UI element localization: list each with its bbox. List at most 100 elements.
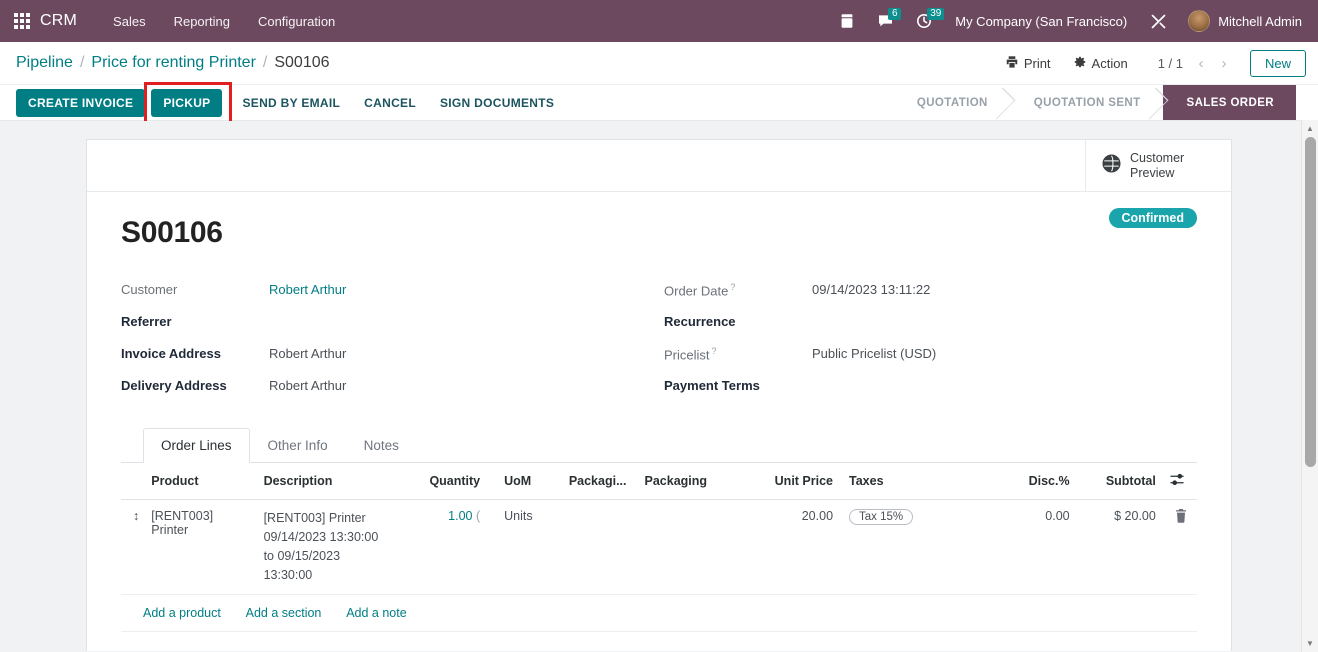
wrench-screwdriver-icon[interactable]	[1139, 9, 1178, 34]
cell-subtotal: $ 20.00	[1075, 499, 1162, 595]
field-pricelist-label: Pricelist?	[664, 342, 812, 362]
customer-preview-button[interactable]: Customer Preview	[1085, 140, 1231, 191]
breadcrumb: Pipeline / Price for renting Printer / S…	[16, 54, 330, 72]
apps-grid-icon[interactable]	[14, 13, 30, 29]
print-button[interactable]: Print	[994, 50, 1062, 77]
field-delivery-address: Delivery Address Robert Arthur	[121, 372, 654, 404]
cell-uom[interactable]: Units	[486, 499, 547, 595]
pager: 1 / 1 ‹ ›	[1153, 52, 1234, 74]
order-lines-header-row: Product Description Quantity UoM Packagi…	[121, 463, 1197, 500]
pickup-button-highlight: PICKUP	[144, 81, 233, 124]
col-description[interactable]: Description	[257, 463, 398, 500]
pickup-button[interactable]: PICKUP	[151, 88, 223, 117]
chevron-right-icon[interactable]: ›	[1214, 52, 1234, 74]
help-icon-order-date[interactable]: ?	[730, 282, 735, 292]
notebook-tabs: Order Lines Other Info Notes	[121, 428, 1197, 463]
sliders-icon[interactable]	[1170, 473, 1185, 489]
stage-quotation-sent[interactable]: QUOTATION SENT	[1009, 85, 1163, 120]
field-order-date-label-text: Order Date	[664, 283, 729, 299]
stage-sales-order[interactable]: SALES ORDER	[1162, 85, 1296, 120]
customer-preview-line2: Preview	[1130, 165, 1175, 180]
control-panel-top-row: Pipeline / Price for renting Printer / S…	[0, 42, 1318, 84]
field-delivery-address-value[interactable]: Robert Arthur	[269, 374, 346, 393]
cell-discount[interactable]: 0.00	[989, 499, 1076, 595]
col-quantity[interactable]: Quantity	[397, 463, 487, 500]
triangle-up-icon[interactable]: ▲	[1302, 120, 1318, 137]
cell-quantity[interactable]: 1.00 (	[397, 499, 487, 595]
print-label: Print	[1023, 55, 1051, 71]
cell-packaging-qty[interactable]	[546, 499, 633, 595]
sign-documents-button[interactable]: SIGN DOCUMENTS	[428, 89, 566, 117]
tab-notes[interactable]: Notes	[346, 428, 417, 463]
stage-quotation[interactable]: QUOTATION	[892, 85, 1010, 120]
field-customer: Customer Robert Arthur	[121, 276, 654, 308]
chevron-left-icon[interactable]: ‹	[1191, 52, 1211, 74]
col-taxes[interactable]: Taxes	[839, 463, 990, 500]
field-recurrence-label: Recurrence	[664, 310, 812, 329]
navbar-right: 6 39 My Company (San Francisco) Mitchell…	[828, 6, 1304, 36]
cell-product[interactable]: [RENT003] Printer	[145, 499, 258, 595]
field-recurrence-label-text: Recurrence	[664, 314, 736, 329]
phone-icon[interactable]	[828, 9, 866, 33]
add-a-note-link[interactable]: Add a note	[346, 606, 406, 620]
field-pricelist-value[interactable]: Public Pricelist (USD)	[812, 342, 936, 361]
create-invoice-button[interactable]: CREATE INVOICE	[16, 88, 146, 117]
tab-other-info[interactable]: Other Info	[250, 428, 346, 463]
triangle-down-icon[interactable]: ▼	[1302, 635, 1318, 652]
app-brand-crm[interactable]: CRM	[40, 12, 77, 30]
col-product[interactable]: Product	[145, 463, 258, 500]
field-referrer-label: Referrer	[121, 310, 269, 329]
breadcrumb-pipeline[interactable]: Pipeline	[16, 54, 73, 72]
user-avatar	[1188, 10, 1211, 32]
breadcrumb-parent-record[interactable]: Price for renting Printer	[91, 54, 256, 72]
tab-order-lines[interactable]: Order Lines	[143, 428, 250, 463]
menu-sales[interactable]: Sales	[99, 8, 160, 35]
col-packaging-qty[interactable]: Packagi...	[546, 463, 633, 500]
content-area: Customer Preview Confirmed S00106 Custom…	[0, 121, 1318, 651]
activities-clock-icon[interactable]: 39	[905, 8, 945, 33]
col-uom[interactable]: UoM	[486, 463, 547, 500]
col-discount[interactable]: Disc.%	[989, 463, 1076, 500]
col-subtotal[interactable]: Subtotal	[1075, 463, 1162, 500]
action-label: Action	[1091, 55, 1128, 71]
drag-handle-icon[interactable]: ↕	[121, 499, 146, 595]
tax-badge: Tax 15%	[849, 509, 914, 525]
statusbar-buttons: CREATE INVOICE PICKUP SEND BY EMAIL CANC…	[0, 81, 566, 124]
navbar-left: CRM Sales Reporting Configuration	[8, 8, 349, 35]
field-customer-value[interactable]: Robert Arthur	[269, 278, 346, 297]
scrollbar-thumb[interactable]	[1305, 137, 1316, 467]
col-packaging[interactable]: Packaging	[632, 463, 753, 500]
cell-packaging[interactable]	[632, 499, 753, 595]
field-order-date-value[interactable]: 09/14/2023 13:11:22	[812, 278, 930, 297]
control-panel: Pipeline / Price for renting Printer / S…	[0, 42, 1318, 124]
col-handle	[121, 463, 146, 500]
cell-taxes[interactable]: Tax 15%	[839, 499, 990, 595]
field-payment-terms: Payment Terms	[664, 372, 1197, 404]
breadcrumb-separator-1: /	[79, 54, 85, 71]
order-lines-body: ↕ [RENT003] Printer [RENT003] Printer 09…	[121, 499, 1197, 632]
col-unit-price[interactable]: Unit Price	[752, 463, 840, 500]
add-a-section-link[interactable]: Add a section	[246, 606, 322, 620]
cell-unit-price[interactable]: 20.00	[752, 499, 840, 595]
field-referrer: Referrer	[121, 308, 654, 340]
menu-reporting[interactable]: Reporting	[160, 8, 244, 35]
cell-description[interactable]: [RENT003] Printer 09/14/2023 13:30:00 to…	[257, 499, 398, 595]
action-button[interactable]: Action	[1062, 50, 1139, 77]
status-pipeline: QUOTATION QUOTATION SENT SALES ORDER	[892, 85, 1318, 120]
pager-value: 1 / 1	[1157, 55, 1183, 71]
table-row[interactable]: ↕ [RENT003] Printer [RENT003] Printer 09…	[121, 499, 1197, 595]
add-a-product-link[interactable]: Add a product	[143, 606, 221, 620]
help-icon-pricelist[interactable]: ?	[712, 346, 717, 356]
cancel-button[interactable]: CANCEL	[352, 89, 428, 117]
new-button[interactable]: New	[1249, 49, 1306, 77]
messages-icon[interactable]: 6	[866, 8, 905, 33]
menu-configuration[interactable]: Configuration	[244, 8, 349, 35]
field-payment-terms-label: Payment Terms	[664, 374, 812, 393]
user-menu[interactable]: Mitchell Admin	[1178, 6, 1304, 36]
field-invoice-address-value[interactable]: Robert Arthur	[269, 342, 346, 361]
vertical-scrollbar[interactable]: ▲ ▼	[1301, 120, 1318, 652]
user-name: Mitchell Admin	[1218, 13, 1302, 29]
company-switcher[interactable]: My Company (San Francisco)	[943, 9, 1139, 34]
send-by-email-button[interactable]: SEND BY EMAIL	[230, 89, 352, 117]
trash-icon[interactable]	[1168, 509, 1187, 526]
